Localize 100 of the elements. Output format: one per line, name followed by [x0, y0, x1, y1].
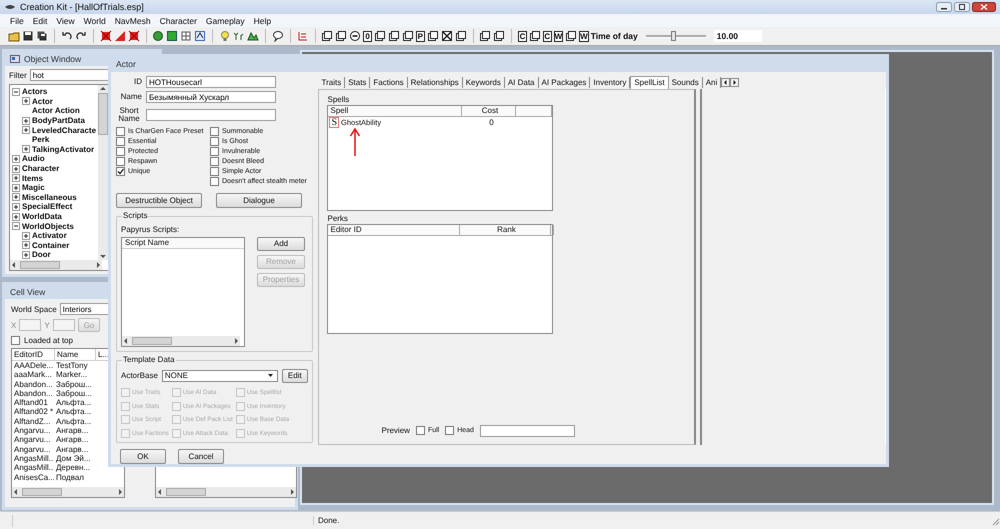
dialog-button[interactable]: Cancel [178, 449, 224, 464]
scroll-left-icon[interactable] [12, 488, 20, 496]
boxes-icon[interactable] [388, 30, 400, 42]
tree-item[interactable]: Audio [22, 154, 45, 164]
tab[interactable]: AI Packages [538, 76, 590, 88]
scroll-right-icon[interactable] [232, 336, 240, 344]
expand-icon[interactable] [22, 241, 30, 250]
tree-item[interactable]: Container [32, 240, 70, 250]
boxes-icon[interactable] [321, 30, 334, 42]
tab-scroll-left-icon[interactable] [721, 78, 730, 86]
checkbox[interactable] [116, 127, 125, 136]
script-button[interactable]: Add [257, 236, 305, 250]
dialog-button[interactable]: OK [120, 449, 166, 464]
menu-item[interactable]: Character [160, 16, 197, 26]
tree-item[interactable]: WorldData [22, 212, 62, 222]
tree-item[interactable]: SpecialEffect [22, 202, 72, 212]
id-field[interactable]: HOTHousecarl [146, 76, 276, 88]
chart-icon[interactable] [194, 30, 206, 42]
checkbox[interactable] [11, 336, 20, 344]
toolbar-button[interactable]: 0 [363, 30, 372, 42]
checkbox[interactable] [116, 147, 125, 156]
menu-item[interactable]: World [84, 16, 106, 26]
menu-item[interactable]: View [56, 16, 75, 26]
scroll-right-icon[interactable] [116, 488, 124, 496]
scroll-thumb[interactable] [22, 488, 62, 496]
boxes-icon[interactable] [426, 30, 439, 42]
checkbox[interactable] [210, 127, 219, 136]
expand-icon[interactable] [12, 212, 20, 221]
scroll-thumb[interactable] [166, 488, 206, 496]
horizontal-scrollbar[interactable] [156, 487, 296, 497]
disks-icon[interactable] [36, 30, 48, 42]
scroll-right-icon[interactable] [94, 261, 102, 269]
checkbox[interactable] [116, 157, 125, 166]
checkbox[interactable] [210, 157, 219, 166]
tree-item[interactable]: Items [22, 174, 43, 183]
tree-item[interactable]: Door [32, 250, 51, 260]
checkbox[interactable] [210, 167, 219, 176]
speech-bubble-icon[interactable] [272, 30, 284, 42]
column-header[interactable]: Cost [462, 106, 516, 116]
menu-item[interactable]: Edit [32, 16, 48, 26]
tree-item[interactable]: Actor Action [32, 106, 80, 116]
scroll-thumb[interactable] [132, 336, 172, 344]
boxes-icon[interactable] [335, 30, 348, 42]
tree-item[interactable]: Miscellaneous [22, 192, 77, 202]
boxes-icon[interactable] [493, 30, 506, 42]
name-field[interactable]: Безымянный Хускарл [146, 91, 276, 103]
column-header[interactable]: Editor ID [328, 224, 460, 234]
tab[interactable]: Sounds [668, 76, 703, 88]
expand-icon[interactable] [12, 184, 20, 192]
tree-item[interactable]: Perk [32, 135, 50, 144]
column-header[interactable]: Script Name [122, 238, 244, 248]
x-field[interactable] [19, 319, 42, 331]
triangle-icon[interactable] [114, 30, 126, 42]
grid-icon[interactable] [180, 30, 192, 42]
boxes-icon[interactable] [528, 30, 541, 42]
tab[interactable]: SpellList [630, 76, 669, 88]
y-field[interactable] [52, 319, 75, 331]
redo-icon[interactable] [74, 30, 87, 42]
checkbox[interactable] [210, 137, 219, 146]
tab-scroll-right-icon[interactable] [730, 78, 740, 86]
expand-icon[interactable] [22, 232, 30, 240]
undo-icon[interactable] [60, 30, 73, 42]
maximize-icon[interactable] [954, 2, 970, 12]
scroll-thumb[interactable] [20, 261, 60, 269]
collapse-icon[interactable] [12, 88, 20, 96]
expand-icon[interactable] [22, 116, 30, 125]
horizontal-scrollbar[interactable] [12, 487, 124, 497]
scroll-left-icon[interactable] [10, 261, 18, 269]
tab[interactable]: Traits [318, 76, 346, 88]
time-slider[interactable] [646, 30, 706, 42]
menu-item[interactable]: NavMesh [114, 16, 151, 26]
expand-icon[interactable] [22, 250, 30, 259]
menu-item[interactable]: Gameplay [206, 16, 245, 26]
expand-icon[interactable] [12, 202, 20, 211]
expand-icon[interactable] [12, 174, 20, 182]
menu-item[interactable]: File [10, 16, 24, 26]
mountain-icon[interactable] [247, 30, 259, 42]
boxes-icon[interactable] [402, 30, 414, 42]
checkbox[interactable] [210, 147, 219, 156]
toolbar-button[interactable]: W [579, 30, 589, 42]
column-header[interactable]: EditorID [12, 349, 55, 360]
horizontal-scrollbar[interactable] [10, 260, 102, 270]
edit-button[interactable]: Edit [282, 368, 308, 382]
close-icon[interactable] [972, 2, 996, 12]
boxes-icon[interactable] [374, 30, 386, 42]
checkbox[interactable] [416, 426, 425, 435]
expand-icon[interactable] [22, 126, 30, 134]
column-header[interactable]: Spell [328, 106, 462, 116]
scroll-down-icon[interactable] [99, 252, 107, 260]
tab[interactable]: Relationships [408, 76, 463, 88]
lines-icon[interactable] [296, 30, 308, 42]
expand-icon[interactable] [12, 193, 20, 202]
minimize-icon[interactable] [936, 2, 952, 12]
expand-icon[interactable] [22, 145, 30, 154]
circle-minus-icon[interactable] [349, 30, 362, 42]
toolbar-button[interactable]: P [416, 30, 425, 42]
checkbox[interactable] [445, 426, 454, 435]
folder-icon[interactable] [8, 30, 20, 42]
scroll-right-icon[interactable] [288, 488, 296, 496]
tab[interactable]: AI Data [504, 76, 538, 88]
